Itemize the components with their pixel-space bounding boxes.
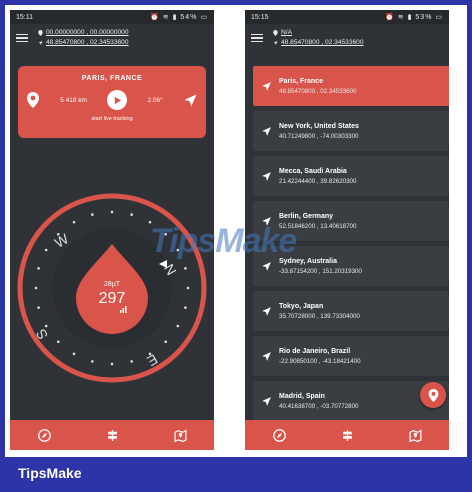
location-name: Rio de Janeiro, Brazil [279, 347, 351, 355]
compass-tick [72, 220, 76, 224]
map-icon[interactable] [173, 428, 187, 442]
compass-tick [91, 360, 94, 363]
status-bar: 15:11 ⏰ ≋ ▮ 54% ▭ [10, 10, 214, 24]
location-name: Mecca, Saudi Arabia [279, 167, 347, 175]
navigation-arrow-icon [253, 396, 279, 407]
location-name: Madrid, Spain [279, 392, 325, 400]
location-name: New York, United States [279, 122, 359, 130]
navigation-arrow-icon [253, 81, 279, 92]
location-coordinates: -33.87154200 , 151.20319300 [279, 267, 362, 275]
menu-icon[interactable] [16, 33, 28, 43]
bearing: 2.06° [147, 96, 163, 104]
brand-label: TipsMake [18, 465, 82, 481]
location-name: Berlin, Germany [279, 212, 334, 220]
compass-label-e: E [144, 351, 160, 370]
location-coordinates: 48.85470800 , 02.34533600 [279, 87, 357, 95]
compass-heading: 297 [99, 290, 126, 307]
navigation-arrow-icon [253, 351, 279, 362]
compass-icon[interactable] [272, 428, 286, 442]
bottom-navigation [10, 420, 214, 450]
app-bar: 00.00000000 , 00.00000000 48.85470800 , … [10, 24, 214, 52]
wifi-icon: ≋ [397, 14, 405, 21]
status-time: 15:15 [251, 13, 269, 21]
navigation-arrow-icon [253, 171, 279, 182]
coordinates: 00.00000000 , 00.00000000 48.85470800 , … [38, 28, 129, 48]
battery-level: 54% [180, 14, 198, 21]
compass-label-s: S [32, 326, 51, 342]
compass-tick [37, 267, 40, 270]
status-time: 15:11 [16, 13, 33, 21]
compass-tick [37, 306, 40, 309]
compass-tick [130, 360, 133, 363]
map-icon[interactable] [408, 428, 422, 442]
location-coordinates: 40.71249800 , -74.00303300 [279, 132, 359, 140]
location-card[interactable]: PARIS, FRANCE 5 418 km 2.06° start live … [18, 66, 206, 138]
direction-arrow-icon [184, 94, 197, 106]
coordinates: N/A 48.85470800 , 02.34533600 [273, 28, 364, 48]
compass-tick [184, 267, 187, 270]
alarm-icon: ⏰ [150, 14, 160, 21]
compass-tick [72, 352, 76, 356]
compass-icon[interactable] [37, 428, 51, 442]
compass-tick [44, 248, 48, 252]
compass-dial: W N S E 28µT 297 [17, 193, 207, 383]
start-live-tracking[interactable]: start live tracking [18, 116, 206, 122]
pin-icon [273, 30, 278, 36]
target-coordinates[interactable]: N/A [273, 28, 364, 38]
location-coordinates: 40.41638700 , -03.70772800 [279, 402, 359, 410]
wifi-icon: ≋ [162, 14, 170, 21]
compass-tick [184, 306, 187, 309]
city-name: PARIS, FRANCE [81, 75, 143, 82]
compass-tick [34, 286, 38, 290]
navigation-arrow-icon [253, 306, 279, 317]
location-item[interactable]: Tokyo, Japan 35.70728000 , 139.73304000 [253, 291, 449, 331]
navigation-arrow-icon [253, 126, 279, 137]
signpost-icon[interactable] [105, 428, 119, 442]
battery-icon: ▭ [435, 14, 443, 21]
location-item[interactable]: Paris, France 48.85470800 , 02.34533600 [253, 66, 449, 106]
alarm-icon: ⏰ [385, 14, 395, 21]
compass-unit: 28µT [104, 281, 121, 288]
signpost-icon[interactable] [340, 428, 354, 442]
navigation-icon [273, 41, 278, 45]
navigation-arrow-icon [253, 261, 279, 272]
play-button[interactable] [107, 90, 128, 110]
battery-icon: ▭ [200, 14, 208, 21]
location-item[interactable]: Mecca, Saudi Arabia 21.42244400 , 39.8262… [253, 156, 449, 196]
location-coordinates: -22.90850100 , -43.18421400 [279, 357, 361, 365]
navigation-icon [38, 41, 43, 45]
status-bar: 15:15 ⏰ ≋ ▮ 53% ▭ [245, 10, 449, 24]
compass-tick [130, 213, 133, 216]
signal-icon: ▮ [407, 14, 413, 21]
compass-tick [56, 340, 60, 344]
location-item[interactable]: New York, United States 40.71249800 , -74… [253, 111, 449, 151]
battery-level: 53% [415, 14, 433, 21]
compass-tick [176, 324, 180, 328]
compass-tick [110, 210, 114, 214]
menu-icon[interactable] [251, 33, 263, 43]
location-pin-icon [428, 388, 438, 402]
location-pin-icon [27, 92, 39, 108]
current-coordinates[interactable]: 48.85470800 , 02.34533600 [38, 38, 129, 48]
location-coordinates: 35.70728000 , 139.73304000 [279, 312, 360, 320]
compass-tick [91, 213, 94, 216]
location-item[interactable]: Rio de Janeiro, Brazil -22.90850100 , -43… [253, 336, 449, 376]
target-coordinates[interactable]: 00.00000000 , 00.00000000 [38, 28, 129, 38]
watermark: TipsMake [150, 222, 297, 260]
location-name: Paris, France [279, 77, 323, 85]
play-icon [114, 96, 121, 104]
add-location-button[interactable] [420, 382, 446, 408]
compass-tick [110, 362, 114, 366]
pin-icon [38, 30, 43, 36]
compass-tick [186, 286, 190, 290]
location-item[interactable]: Madrid, Spain 40.41638700 , -03.70772800 [253, 381, 449, 421]
signal-icon: ▮ [172, 14, 178, 21]
current-coordinates[interactable]: 48.85470800 , 02.34533600 [273, 38, 364, 48]
app-bar: N/A 48.85470800 , 02.34533600 [245, 24, 449, 52]
location-name: Tokyo, Japan [279, 302, 324, 310]
compass-tick [164, 340, 168, 344]
location-coordinates: 21.42244400 , 39.82620300 [279, 177, 357, 185]
distance: 5 418 km [60, 96, 87, 104]
bottom-navigation [245, 420, 449, 450]
